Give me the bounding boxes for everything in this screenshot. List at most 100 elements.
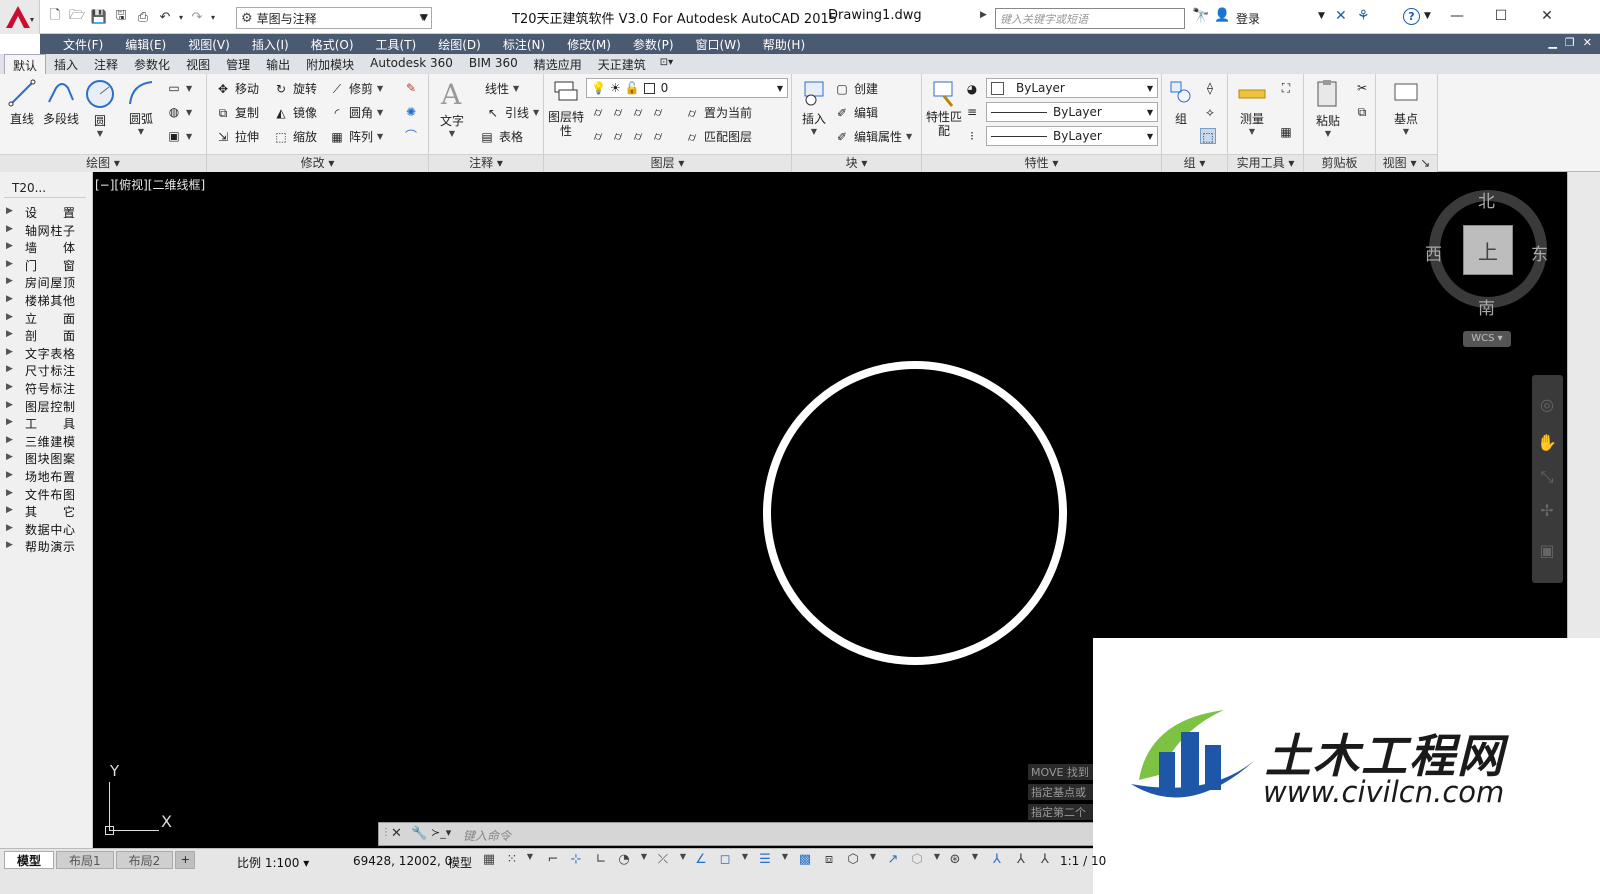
chevron-down-icon[interactable]: ▼ xyxy=(928,852,946,870)
palette-item[interactable]: ▶ 设 置 xyxy=(0,203,93,221)
layer-freeze-icon[interactable]: ⌭ xyxy=(630,104,646,120)
tab-tianzheng[interactable]: 天正建筑 xyxy=(590,54,654,74)
color-wheel-icon[interactable]: ◕ xyxy=(964,81,980,97)
palette-item[interactable]: ▶ 门 窗 xyxy=(0,256,93,274)
menu-parametric[interactable]: 参数(P) xyxy=(622,36,685,53)
menu-insert[interactable]: 插入(I) xyxy=(241,36,300,53)
panel-modify-title[interactable]: 修改 ▾ xyxy=(207,154,428,172)
3d-osnap-icon[interactable]: ⬡ xyxy=(844,852,862,870)
lineweight-dropdown[interactable]: ByLayer ▼ xyxy=(986,102,1158,122)
tab-manage[interactable]: 管理 xyxy=(218,54,258,74)
linetype-icon[interactable]: ⁝ xyxy=(964,128,980,144)
palette-item[interactable]: ▶ 图块图案 xyxy=(0,449,93,467)
chevron-down-icon[interactable]: ▼ xyxy=(521,852,539,870)
menu-draw[interactable]: 绘图(D) xyxy=(427,36,492,53)
region-button[interactable]: ▣ ▼ xyxy=(166,128,192,144)
steering-wheel-icon[interactable]: ◎ xyxy=(1537,395,1557,415)
chevron-down-icon[interactable]: ▼ xyxy=(864,852,882,870)
cut-icon[interactable]: ✂ xyxy=(1354,80,1370,96)
tab-parametric[interactable]: 参数化 xyxy=(126,54,178,74)
scale-button[interactable]: ⬚ 缩放 xyxy=(273,128,317,145)
palette-item[interactable]: ▶ 文字表格 xyxy=(0,344,93,362)
menu-edit[interactable]: 编辑(E) xyxy=(114,36,177,53)
menu-modify[interactable]: 修改(M) xyxy=(556,36,622,53)
move-button[interactable]: ✥ 移动 xyxy=(215,80,259,97)
gizmo-icon[interactable]: ⊛ xyxy=(946,852,964,870)
redo-dropdown-icon[interactable]: ▾ xyxy=(208,7,218,27)
trim-button[interactable]: ⟋ 修剪 ▼ xyxy=(329,80,383,97)
linear-dim-button[interactable]: 线性 ▼ xyxy=(485,80,519,97)
group-select-icon[interactable]: ⬚ xyxy=(1200,128,1216,144)
quick-select-icon[interactable]: ⛶ xyxy=(1278,80,1294,96)
rectangle-button[interactable]: ▭ ▼ xyxy=(166,80,192,96)
isodraft-icon[interactable]: ⤫ xyxy=(654,852,672,870)
tab-view[interactable]: 视图 xyxy=(178,54,218,74)
paste-button[interactable]: 粘贴 ▼ xyxy=(1310,78,1346,138)
open-icon[interactable]: 🗁 xyxy=(66,7,88,27)
create-block-button[interactable]: ▢ 创建 xyxy=(834,80,878,97)
login-dropdown-icon[interactable]: ▼ xyxy=(1318,11,1325,21)
mdi-minimize-icon[interactable]: ▁ xyxy=(1548,36,1556,49)
tab-model[interactable]: 模型 xyxy=(4,851,55,869)
polar-icon[interactable]: ◔ xyxy=(615,852,633,870)
minimize-button[interactable]: — xyxy=(1442,4,1472,28)
layer-lock-icon[interactable]: ⌭ xyxy=(650,104,666,120)
drawn-circle[interactable] xyxy=(763,361,1067,665)
panel-draw-title[interactable]: 绘图 ▾ xyxy=(0,154,206,172)
auto-scale-icon[interactable]: ⅄ xyxy=(1012,852,1030,870)
layer-unlock-icon[interactable]: ⌭ xyxy=(650,128,666,144)
palette-item[interactable]: ▶ 楼梯其他 xyxy=(0,291,93,309)
arc-dropdown-icon[interactable]: ▼ xyxy=(122,127,160,136)
mdi-restore-icon[interactable]: ❐ xyxy=(1565,36,1575,49)
close-icon[interactable]: ✕ xyxy=(391,826,402,841)
offset-button[interactable]: ⌒ xyxy=(403,128,419,144)
lineweight-icon[interactable]: ≡ xyxy=(964,104,980,120)
compass-east[interactable]: 东 xyxy=(1531,240,1548,265)
menu-dimension[interactable]: 标注(N) xyxy=(492,36,556,53)
chevron-down-icon[interactable]: ▼ xyxy=(674,852,692,870)
close-button[interactable]: ✕ xyxy=(1532,4,1562,28)
fillet-button[interactable]: ◜ 圆角 ▼ xyxy=(329,104,384,121)
annotation-scale-icon[interactable]: ⅄ xyxy=(1036,852,1054,870)
menu-file[interactable]: 文件(F) xyxy=(52,36,114,53)
stretch-button[interactable]: ⇲ 拉伸 xyxy=(215,128,259,145)
qat-customize-button[interactable]: ▼ xyxy=(418,7,432,29)
match-properties-button[interactable]: 特性匹配 xyxy=(926,78,962,138)
layer-off-icon[interactable]: ⌭ xyxy=(590,104,606,120)
mdi-close-icon[interactable]: ✕ xyxy=(1583,36,1592,49)
palette-item[interactable]: ▶ 数据中心 xyxy=(0,520,93,538)
tab-output[interactable]: 输出 xyxy=(258,54,298,74)
panel-annotation-title[interactable]: 注释 ▾ xyxy=(429,154,543,172)
viewport-controls-label[interactable]: [−][俯视][二维线框] xyxy=(95,176,205,193)
panel-clipboard-title[interactable]: 剪贴板 xyxy=(1304,154,1375,172)
palette-item[interactable]: ▶ 房间屋顶 xyxy=(0,273,93,291)
menu-format[interactable]: 格式(O) xyxy=(300,36,365,53)
rotate-button[interactable]: ↻ 旋转 xyxy=(273,80,317,97)
panel-group-title[interactable]: 组 ▾ xyxy=(1162,154,1227,172)
panel-properties-title[interactable]: 特性 ▾ xyxy=(922,154,1161,172)
menu-tools[interactable]: 工具(T) xyxy=(365,36,428,53)
circle-dropdown-icon[interactable]: ▼ xyxy=(82,129,118,138)
ungroup-icon[interactable]: ⟠ xyxy=(1202,80,1218,96)
group-edit-icon[interactable]: ⟡ xyxy=(1202,104,1218,120)
coordinates-readout[interactable]: 69428, 12002, 0 xyxy=(353,854,452,868)
tab-home[interactable]: 默认 xyxy=(4,54,47,74)
ribbon-minimize-icon[interactable]: ⊡▾ xyxy=(654,54,679,74)
palette-item[interactable]: ▶ 三维建模 xyxy=(0,432,93,450)
add-layout-button[interactable]: + xyxy=(175,851,196,869)
transparency-icon[interactable]: ▩ xyxy=(796,852,814,870)
palette-item[interactable]: ▶ 其 它 xyxy=(0,502,93,520)
user-icon[interactable]: 👤 xyxy=(1214,8,1230,23)
showmotion-icon[interactable]: ▣ xyxy=(1537,541,1557,561)
dynamic-ucs-icon[interactable]: ↗ xyxy=(884,852,902,870)
chevron-down-icon[interactable]: ▼ xyxy=(736,852,754,870)
palette-item[interactable]: ▶ 符号标注 xyxy=(0,379,93,397)
layer-on-icon[interactable]: ⌭ xyxy=(590,128,606,144)
palette-item[interactable]: ▶ 文件布图 xyxy=(0,485,93,503)
palette-item[interactable]: ▶ 图层控制 xyxy=(0,397,93,415)
layer-properties-button[interactable]: 图层特性 xyxy=(548,78,584,138)
annotation-scale-value[interactable]: 1:1 / 10 xyxy=(1060,854,1106,868)
color-dropdown[interactable]: ByLayer ▼ xyxy=(986,78,1158,98)
selection-filter-icon[interactable]: ⬡ xyxy=(908,852,926,870)
layer-thaw-icon[interactable]: ⌭ xyxy=(630,128,646,144)
